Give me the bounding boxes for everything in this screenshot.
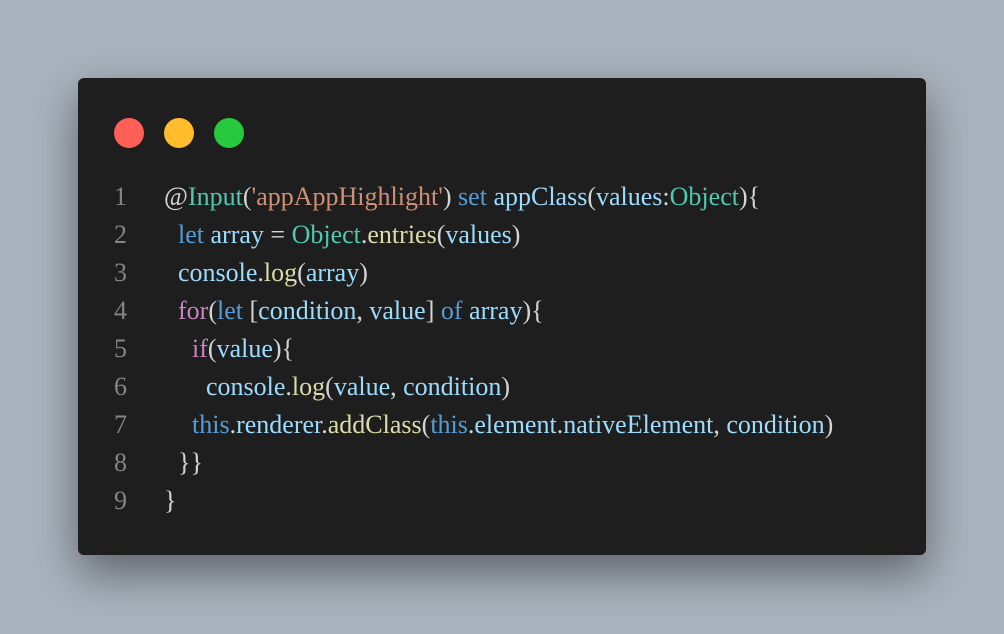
code-token: array xyxy=(305,258,360,287)
code-token: this xyxy=(192,410,230,439)
code-token: nativeElement xyxy=(563,410,714,439)
code-text: console.log(value, condition) xyxy=(164,368,510,406)
code-token: value xyxy=(216,334,273,363)
code-token: ( xyxy=(587,182,596,211)
code-text: @Input('appAppHighlight') set appClass(v… xyxy=(164,178,760,216)
code-token: values xyxy=(445,220,512,249)
code-token: Object xyxy=(669,182,739,211)
code-token: for xyxy=(178,296,209,325)
code-token: ( xyxy=(242,182,252,211)
code-token: appClass xyxy=(493,182,588,211)
code-token: if xyxy=(192,334,208,363)
code-text: let array = Object.entries(values) xyxy=(164,216,520,254)
code-token: = xyxy=(263,220,292,249)
code-line: 1 @Input('appAppHighlight') set appClass(… xyxy=(78,178,926,216)
code-line: 5 if(value){ xyxy=(78,330,926,368)
window-controls xyxy=(114,118,244,148)
code-token: 'appAppHighlight' xyxy=(251,182,443,211)
code-text: }} xyxy=(164,444,203,482)
code-token: condition xyxy=(726,410,825,439)
code-token: ( xyxy=(208,296,217,325)
code-token: ) xyxy=(359,258,368,287)
code-token: let xyxy=(178,220,204,249)
code-token: this xyxy=(430,410,468,439)
code-token: ){ xyxy=(738,182,761,211)
code-token: , xyxy=(713,410,727,439)
code-text: for(let [condition, value] of array){ xyxy=(164,292,544,330)
code-token: , xyxy=(356,296,370,325)
code-line: 3 console.log(array) xyxy=(78,254,926,292)
code-token: element xyxy=(474,410,557,439)
code-token: ) xyxy=(824,410,834,439)
line-number: 8 xyxy=(114,448,127,477)
close-icon[interactable] xyxy=(114,118,144,148)
code-token: }} xyxy=(178,448,203,477)
code-token: ( xyxy=(297,258,306,287)
code-token: Input xyxy=(187,182,243,211)
code-token: Object xyxy=(291,220,361,249)
line-number: 9 xyxy=(114,486,127,515)
minimize-icon[interactable] xyxy=(164,118,194,148)
code-token: condition xyxy=(258,296,357,325)
code-token: ){ xyxy=(522,296,544,325)
code-line: 8}} xyxy=(78,444,926,482)
code-token: array xyxy=(469,296,523,325)
code-token: renderer xyxy=(236,410,322,439)
code-token: console xyxy=(178,258,258,287)
code-token: of xyxy=(440,296,463,325)
code-token: ) xyxy=(501,372,511,401)
code-block: 1 @Input('appAppHighlight') set appClass(… xyxy=(78,178,926,520)
code-token: ){ xyxy=(272,334,295,363)
code-token: ) xyxy=(442,182,459,211)
line-number: 5 xyxy=(114,334,127,363)
code-token: set xyxy=(458,182,487,211)
line-number: 1 xyxy=(114,182,127,211)
line-number: 2 xyxy=(114,220,127,249)
code-token: ) xyxy=(511,220,521,249)
code-token: entries xyxy=(367,220,437,249)
zoom-icon[interactable] xyxy=(214,118,244,148)
code-token: @ xyxy=(164,182,188,211)
code-token: array xyxy=(210,220,264,249)
code-token: log xyxy=(291,372,326,401)
code-text: if(value){ xyxy=(164,330,294,368)
code-text: this.renderer.addClass(this.element.nati… xyxy=(164,406,833,444)
code-token: condition xyxy=(403,372,502,401)
code-line: 2 let array = Object.entries(values) xyxy=(78,216,926,254)
line-number: 3 xyxy=(114,258,127,287)
code-token: value xyxy=(369,296,426,325)
code-token: value xyxy=(333,372,391,401)
code-line: 7 this.renderer.addClass(this.element.nat… xyxy=(78,406,926,444)
code-token: console xyxy=(206,372,286,401)
code-token: : xyxy=(662,182,670,211)
code-token: ( xyxy=(325,372,334,401)
code-token: , xyxy=(390,372,404,401)
code-line: 6 console.log(value, condition) xyxy=(78,368,926,406)
code-token: ( xyxy=(421,410,431,439)
code-token: } xyxy=(164,486,177,515)
line-number: 4 xyxy=(114,296,127,325)
code-token: ( xyxy=(207,334,217,363)
code-token: ] xyxy=(425,296,441,325)
code-text: } xyxy=(164,482,176,520)
code-token: values xyxy=(596,182,663,211)
code-text: console.log(array) xyxy=(164,254,368,292)
line-number: 7 xyxy=(114,410,127,439)
code-token: addClass xyxy=(327,410,422,439)
code-window: 1 @Input('appAppHighlight') set appClass(… xyxy=(78,78,926,555)
code-token: log xyxy=(263,258,298,287)
code-token: let xyxy=(217,296,243,325)
code-token: [ xyxy=(243,296,259,325)
line-number: 6 xyxy=(114,372,127,401)
code-line: 9} xyxy=(78,482,926,520)
code-line: 4 for(let [condition, value] of array){ xyxy=(78,292,926,330)
